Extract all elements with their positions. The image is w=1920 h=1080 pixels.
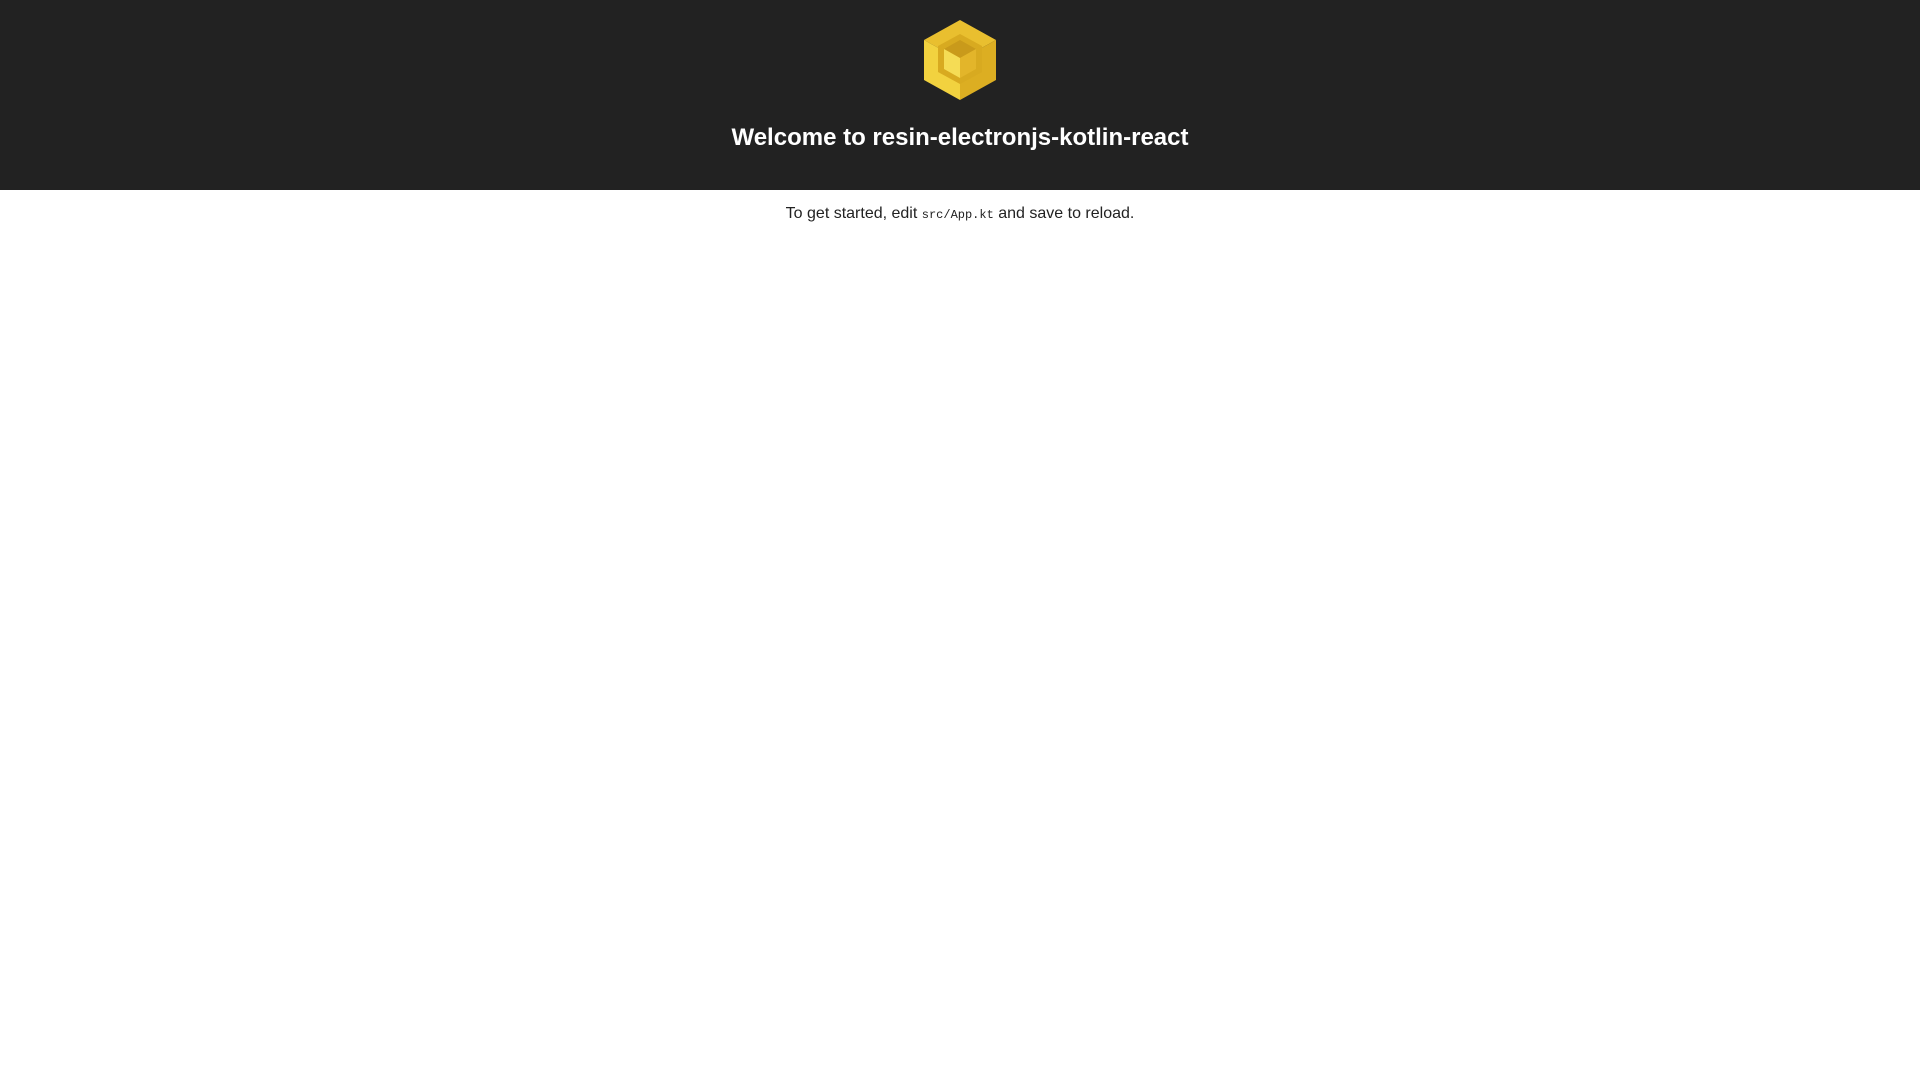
intro-text: To get started, edit src/App.kt and save… xyxy=(0,204,1920,225)
app-header: Welcome to resin-electronjs-kotlin-react xyxy=(0,0,1920,190)
intro-text-before: To get started, edit xyxy=(785,205,918,222)
app-root: Welcome to resin-electronjs-kotlin-react… xyxy=(0,0,1920,1080)
intro-code-path: src/App.kt xyxy=(921,208,994,222)
page-title: Welcome to resin-electronjs-kotlin-react xyxy=(731,124,1189,151)
cube-logo-icon xyxy=(924,20,996,100)
intro-text-after: and save to reload. xyxy=(998,205,1135,222)
